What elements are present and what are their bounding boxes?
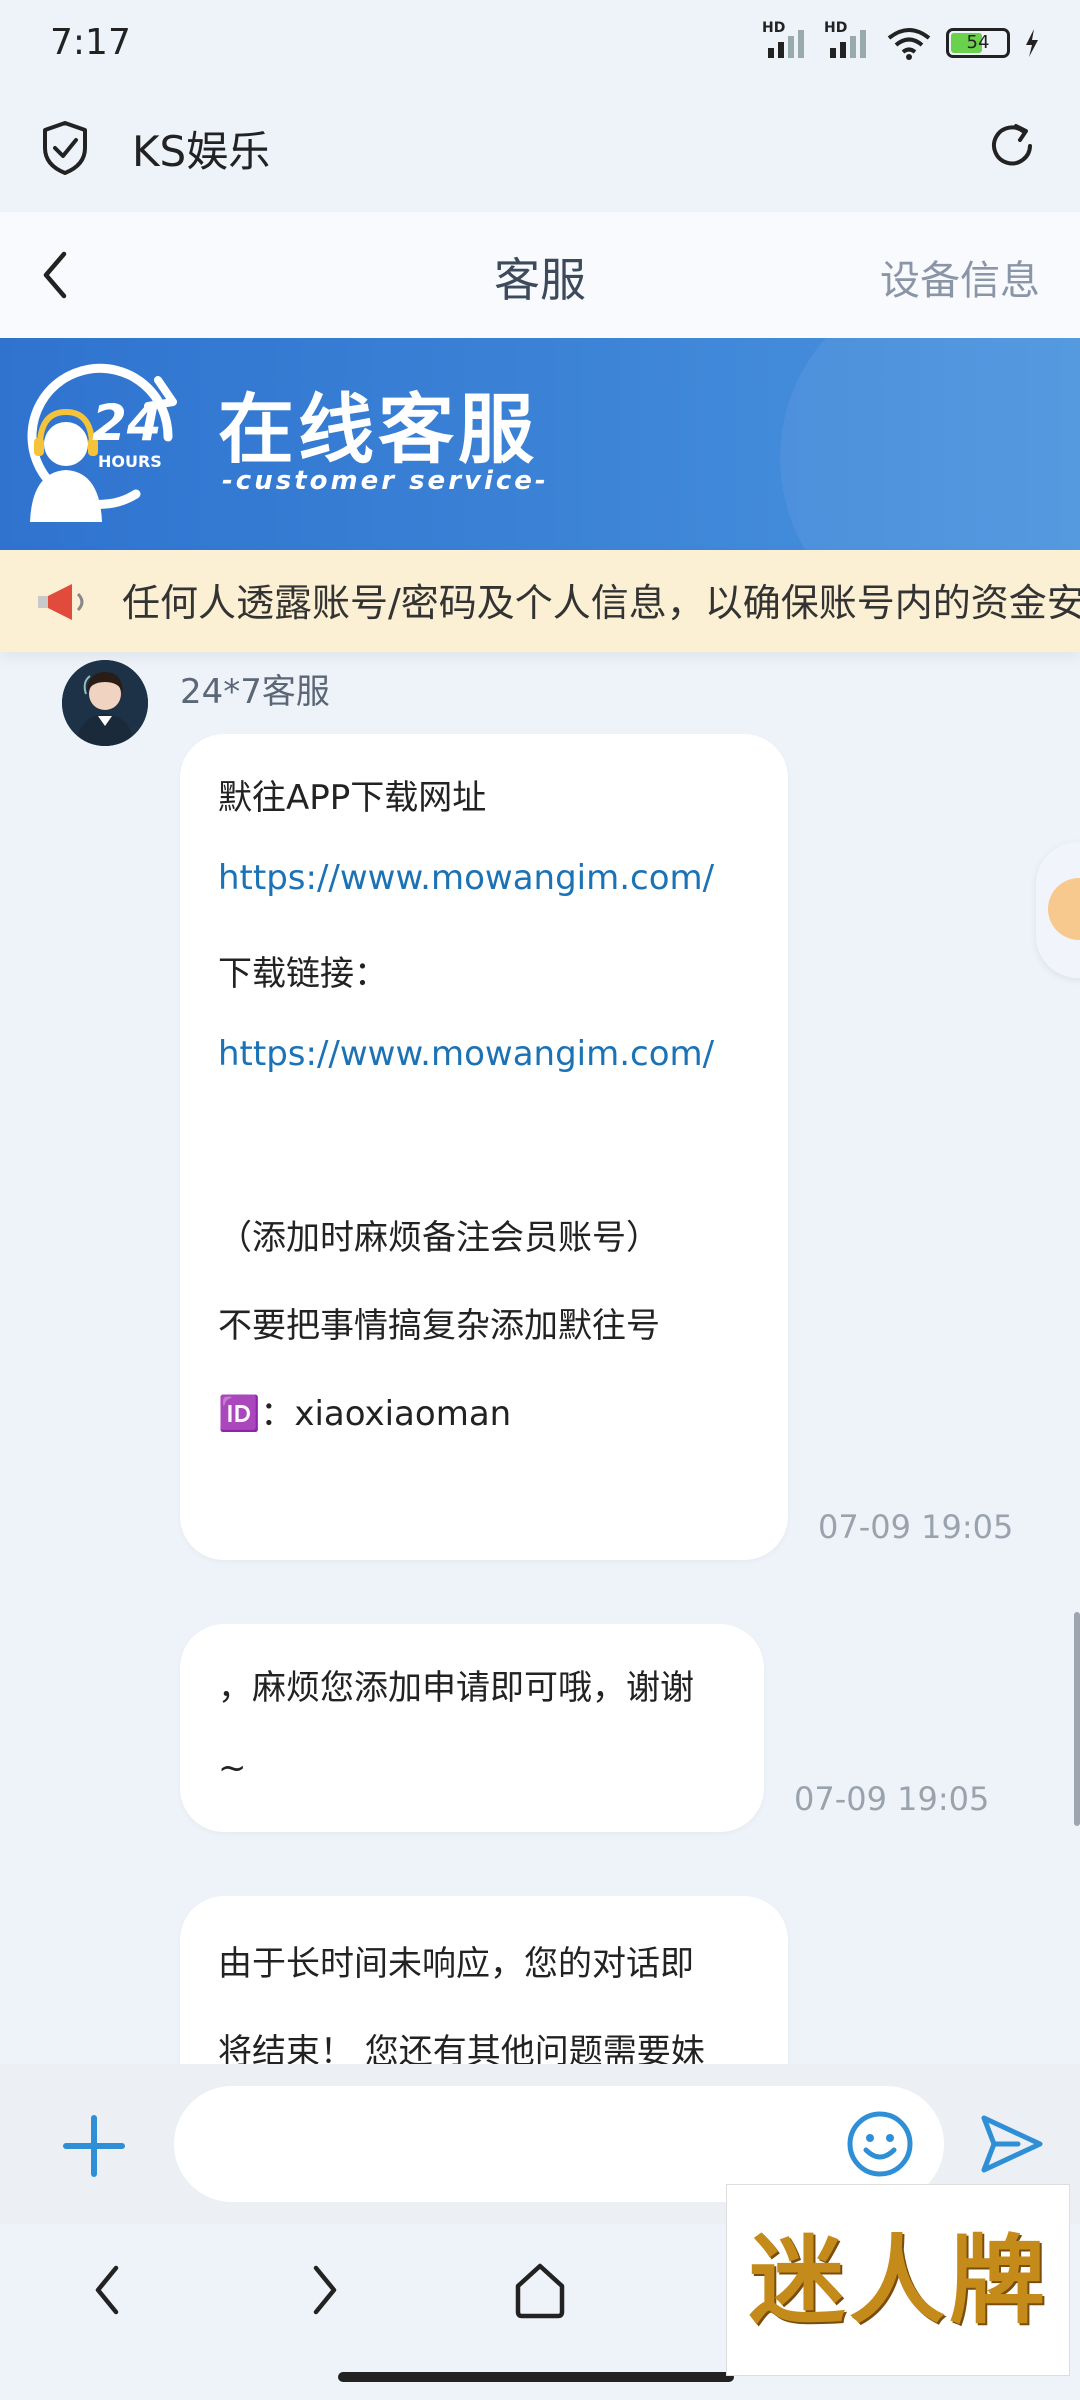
banner-title: 在线客服 xyxy=(218,385,538,474)
marquee-fade xyxy=(98,578,120,624)
watermark-text: 迷人牌 xyxy=(749,2224,1049,2337)
network-type-label: HD xyxy=(762,20,786,36)
message-link[interactable]: https://www.mowangim.com/ xyxy=(218,1034,714,1074)
message-line: ~ xyxy=(218,1748,247,1788)
message-line: 不要把事情搞复杂添加默往号 xyxy=(218,1306,660,1346)
shield-check-icon[interactable] xyxy=(40,120,90,176)
scrollbar[interactable] xyxy=(1074,1612,1080,1826)
signal-icon: HD xyxy=(824,20,872,60)
message-link[interactable]: https://www.mowangim.com/ xyxy=(218,858,714,898)
home-indicator[interactable] xyxy=(338,2372,734,2382)
message-line: （添加时麻烦备注会员账号） xyxy=(218,1218,660,1258)
banner-decoration xyxy=(780,338,1080,550)
avatar-image xyxy=(62,660,148,746)
message-bubble xyxy=(180,1624,764,1832)
megaphone-icon xyxy=(38,584,84,620)
status-icons: HD HD 54 xyxy=(762,20,1040,60)
notice-marquee: 任何人透露账号/密码及个人信息，以确保账号内的资金安 xyxy=(0,550,1080,652)
badge-number: 24 xyxy=(92,394,162,452)
browser-page-title: KS娱乐 xyxy=(132,127,271,176)
signal-icon: HD xyxy=(762,20,810,60)
status-time: 7:17 xyxy=(50,22,131,63)
emoji-icon[interactable] xyxy=(846,2110,914,2178)
banner-subtitle: -customer service- xyxy=(222,466,549,496)
message-line: 下载链接： xyxy=(218,954,388,994)
agent-avatar[interactable] xyxy=(62,660,148,746)
nav-back-icon[interactable] xyxy=(88,2262,128,2318)
nav-home-icon[interactable] xyxy=(510,2260,570,2320)
side-float-button[interactable] xyxy=(1036,842,1080,978)
send-icon[interactable] xyxy=(978,2112,1046,2176)
plus-icon[interactable] xyxy=(62,2114,126,2178)
device-info-link[interactable]: 设备信息 xyxy=(880,248,1040,306)
customer-service-banner: 24 HOURS 在线客服 -customer service- xyxy=(0,338,1080,550)
network-type-label: HD xyxy=(824,20,848,36)
wifi-icon xyxy=(887,28,931,60)
battery-icon: 54 xyxy=(946,28,1010,58)
message-line: 默往APP下载网址 xyxy=(218,778,487,818)
watermark-logo: 迷人牌 xyxy=(726,2184,1070,2376)
badge-unit: HOURS xyxy=(98,452,162,471)
message-timestamp: 07-09 19:05 xyxy=(818,1508,1014,1546)
agent-name: 24*7客服 xyxy=(180,672,330,712)
refresh-icon[interactable] xyxy=(984,118,1040,174)
message-timestamp: 07-09 19:05 xyxy=(794,1780,990,1818)
notice-text: 任何人透露账号/密码及个人信息，以确保账号内的资金安 xyxy=(122,581,1080,625)
nav-forward-icon[interactable] xyxy=(304,2262,344,2318)
battery-level: 54 xyxy=(966,32,990,53)
message-line: ，麻烦您添加申请即可哦，谢谢 xyxy=(218,1668,694,1708)
message-line: 由于长时间未响应，您的对话即 xyxy=(218,1944,694,1984)
charging-icon xyxy=(1026,29,1038,57)
message-line: 🆔：xiaoxiaoman xyxy=(218,1394,512,1434)
side-float-icon xyxy=(1048,878,1080,940)
